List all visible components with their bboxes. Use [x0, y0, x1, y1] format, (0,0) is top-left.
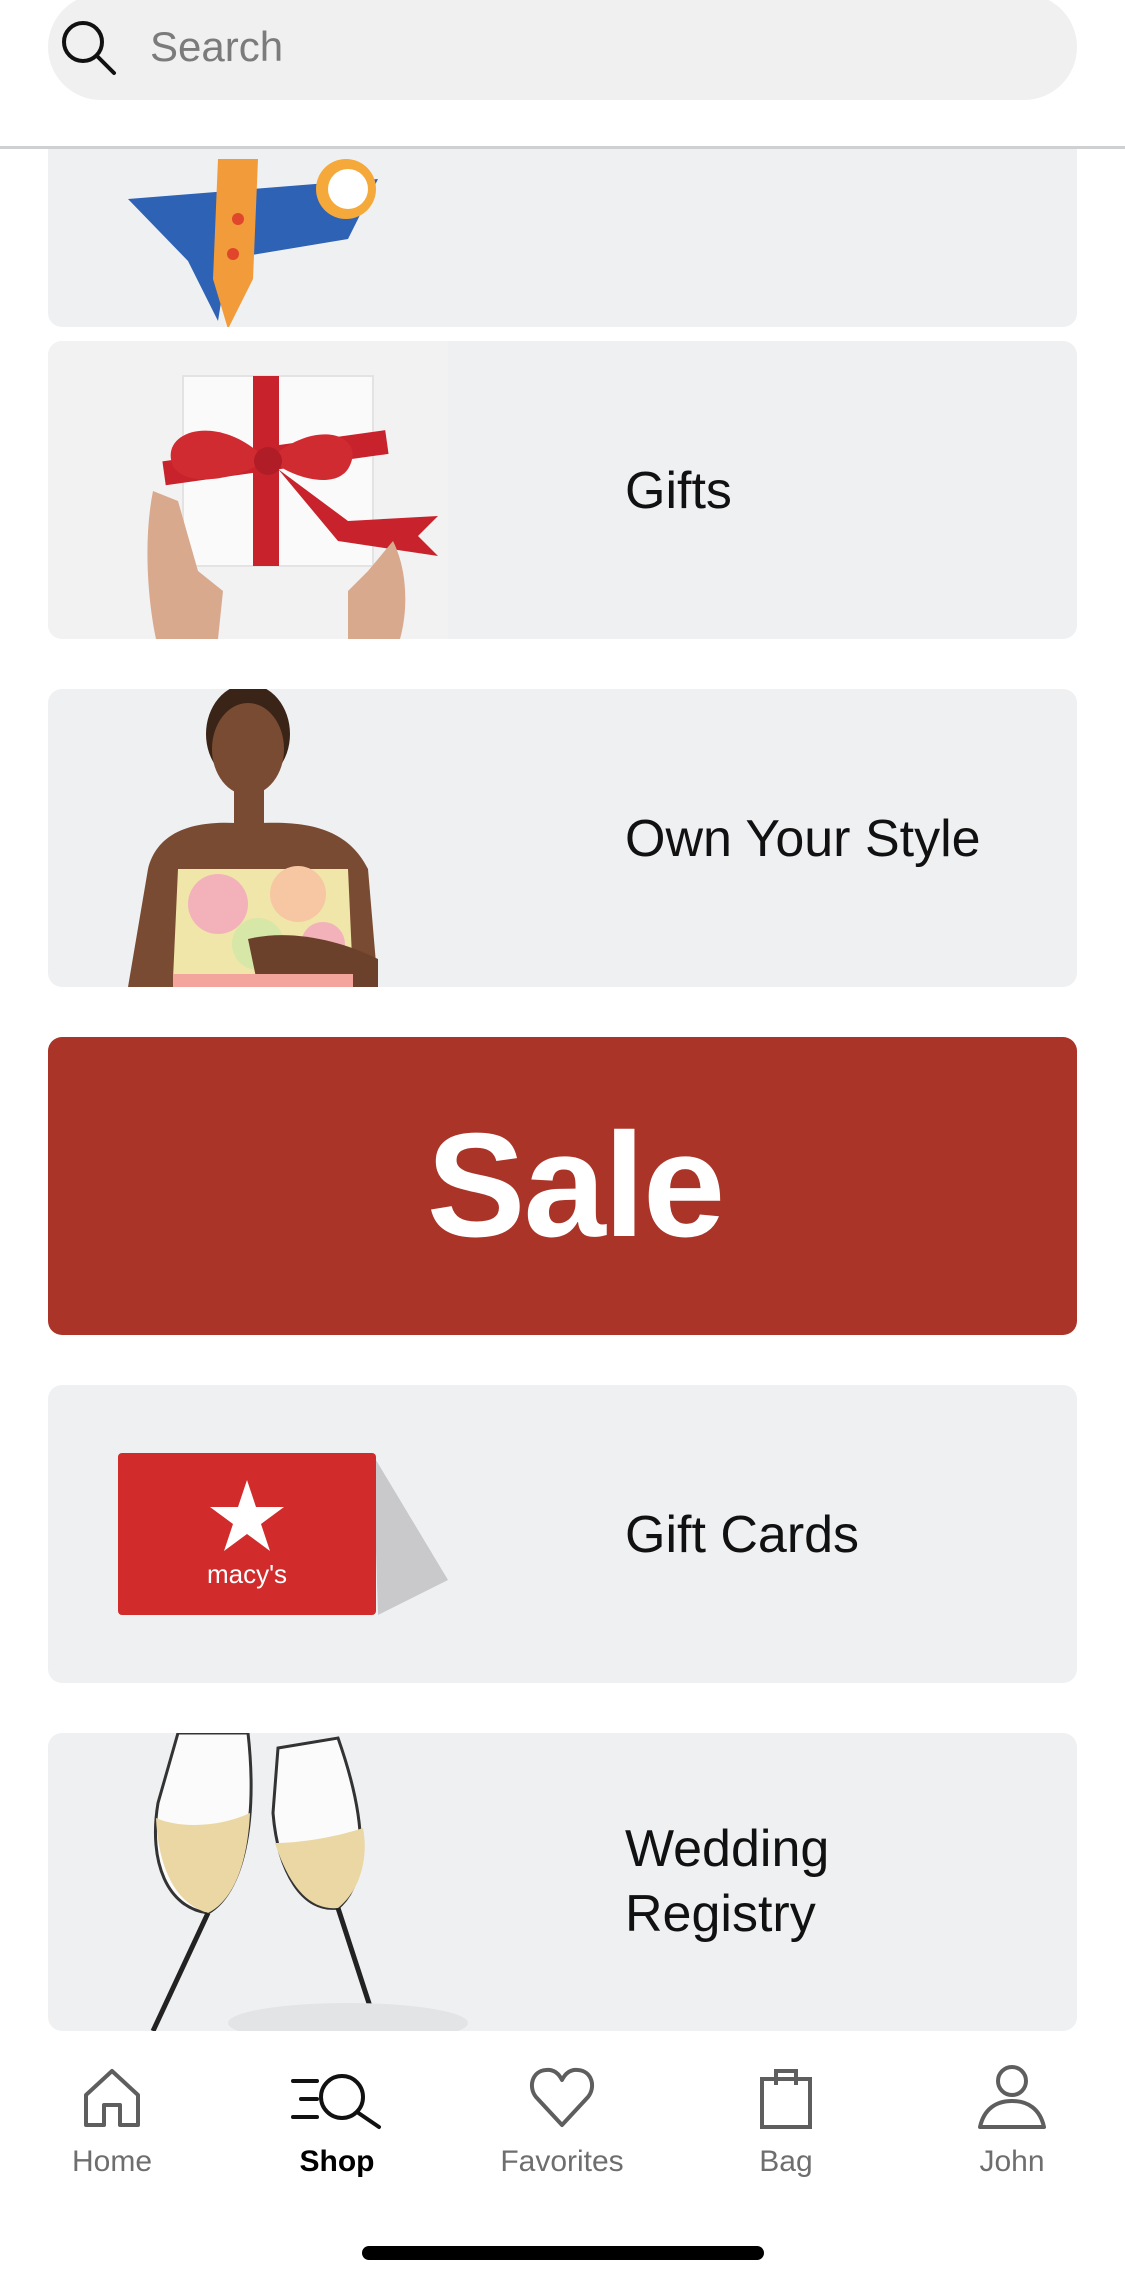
search-header — [0, 0, 1125, 149]
category-label-own-your-style: Own Your Style — [625, 810, 981, 868]
tab-label-home: Home — [71, 2145, 153, 2178]
search-input[interactable] — [148, 22, 952, 72]
tab-label-favorites: Favorites — [500, 2145, 624, 2178]
tab-home[interactable]: Home — [32, 2061, 192, 2179]
gift-card-image: macy's — [118, 1453, 448, 1615]
search-icon — [62, 21, 116, 75]
tab-label-account: John — [979, 2145, 1045, 2178]
home-icon — [84, 2069, 140, 2127]
category-label-gifts: Gifts — [625, 462, 732, 520]
heart-icon — [529, 2067, 595, 2127]
tab-label-bag: Bag — [759, 2145, 813, 2178]
category-label-gift-cards: Gift Cards — [625, 1506, 860, 1564]
bag-icon — [760, 2069, 812, 2129]
category-card-gift-cards[interactable]: macy's Gift Cards — [48, 1385, 1077, 1683]
sale-banner[interactable]: Sale — [48, 1037, 1077, 1335]
gift-box-image — [48, 341, 448, 639]
model-image — [128, 689, 378, 987]
toy-rocket-image — [128, 159, 378, 327]
category-label-wedding-registry: Wedding Registry — [625, 1820, 830, 1943]
search-bar[interactable] — [48, 0, 1077, 100]
category-card-partial[interactable] — [48, 149, 1077, 327]
tab-favorites[interactable]: Favorites — [482, 2061, 642, 2179]
shop-category-list: Gifts Own Your Style Sale macy's Gift Ca… — [0, 149, 1125, 2031]
tab-bag[interactable]: Bag — [706, 2061, 866, 2179]
tab-label-shop: Shop — [299, 2145, 375, 2178]
sale-label: Sale — [426, 1103, 725, 1268]
tab-shop[interactable]: Shop — [257, 2061, 417, 2179]
shop-search-icon — [291, 2074, 381, 2129]
category-card-gifts[interactable]: Gifts — [48, 341, 1077, 639]
champagne-glasses-image — [150, 1733, 468, 2031]
tab-account[interactable]: John — [932, 2061, 1092, 2179]
category-card-wedding-registry[interactable]: Wedding Registry — [48, 1733, 1077, 2031]
macys-logo-text: macy's — [207, 1559, 287, 1589]
person-icon — [978, 2065, 1046, 2129]
category-card-own-your-style[interactable]: Own Your Style — [48, 689, 1077, 987]
home-indicator — [362, 2246, 764, 2260]
